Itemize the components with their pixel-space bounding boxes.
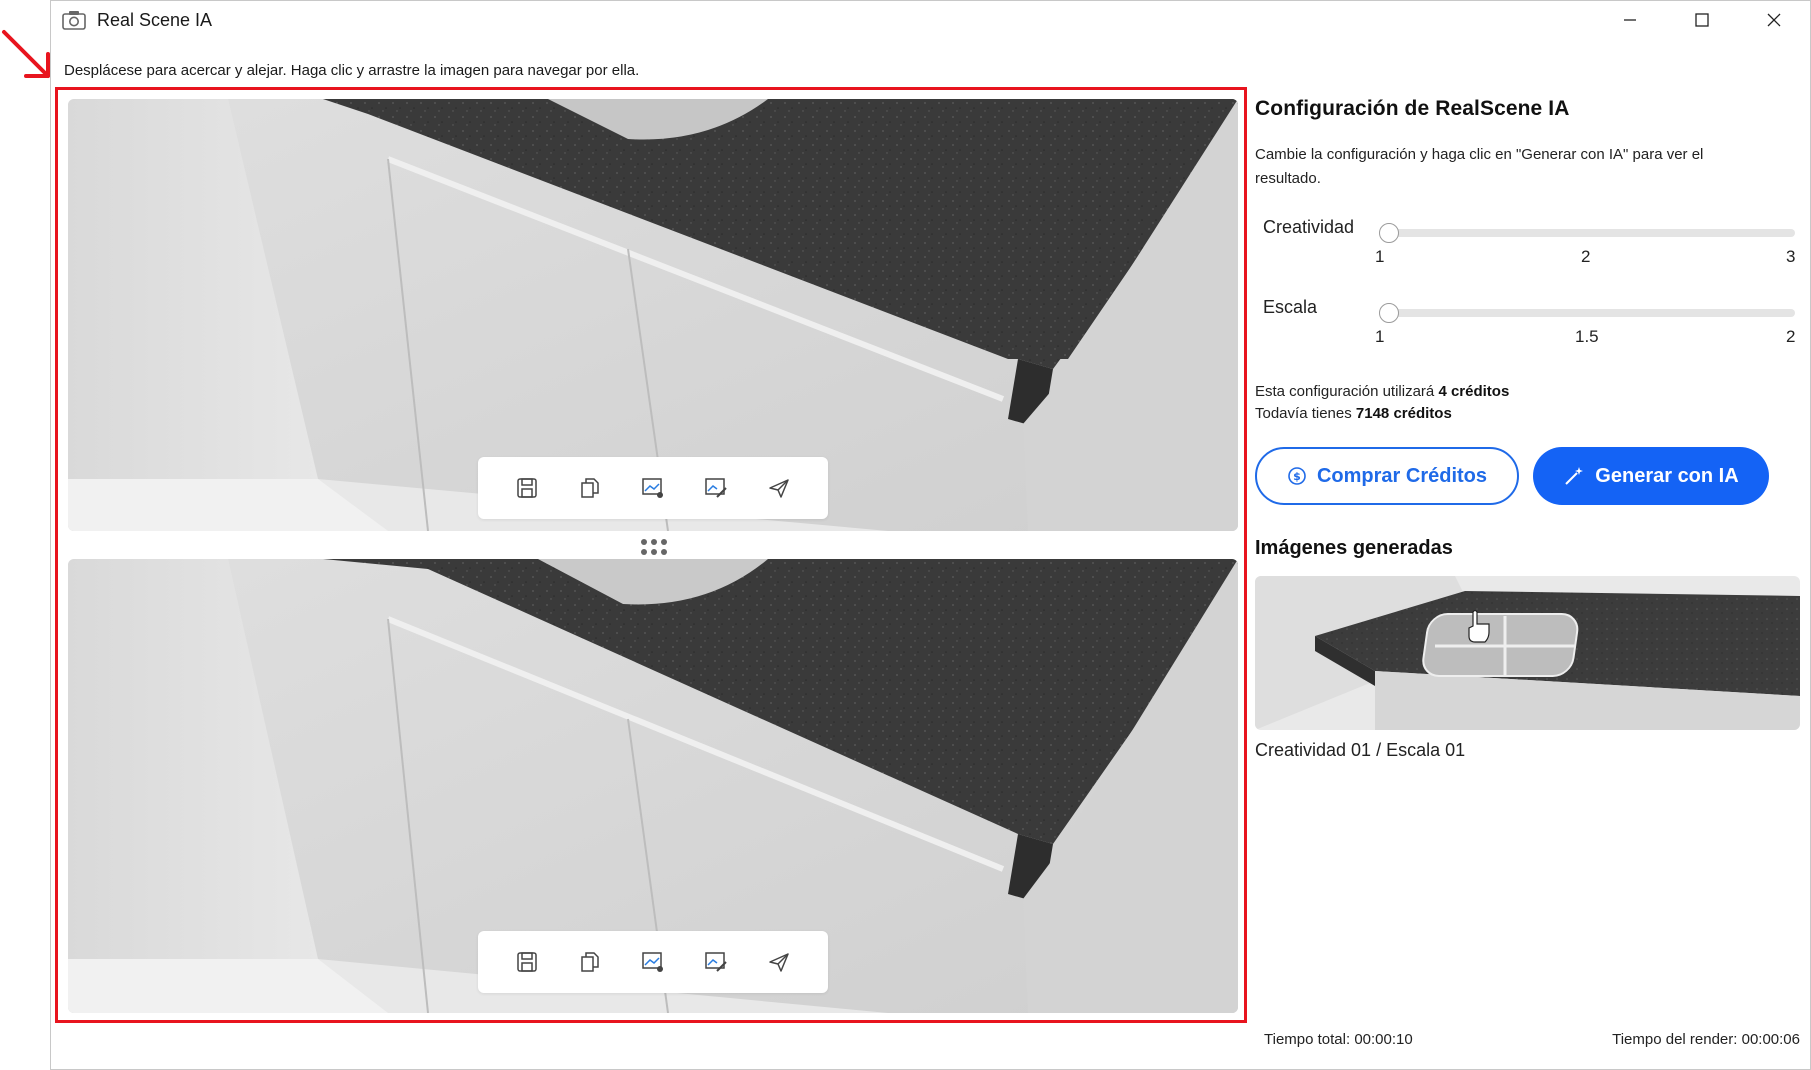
viewer-instructions: Desplácese para acercar y alejar. Haga c…	[64, 62, 640, 79]
save-icon	[517, 952, 538, 972]
svg-text:$: $	[1293, 470, 1301, 483]
credits-cost: 4 créditos	[1438, 383, 1510, 400]
settings-title: Configuración de RealScene IA	[1255, 97, 1570, 120]
credits-info: Esta configuración utilizará 4 créditos …	[1255, 381, 1803, 425]
generated-image-caption: Creatividad 01 / Escala 01	[1255, 740, 1466, 760]
send-button[interactable]	[764, 473, 794, 503]
generated-kitchen-image	[1255, 576, 1800, 730]
coin-icon: $	[1288, 467, 1306, 485]
app-window: Real Scene IA Desplácese para acercar y …	[50, 0, 1811, 1070]
creatividad-tick-mid: 2	[1581, 247, 1591, 266]
window-controls	[1594, 1, 1810, 39]
save-button[interactable]	[512, 947, 542, 977]
edit-image-button[interactable]	[701, 473, 731, 503]
escala-tick-mid: 1.5	[1575, 327, 1599, 346]
edit-image-button[interactable]	[701, 947, 731, 977]
export-image-button[interactable]	[638, 947, 668, 977]
magic-wand-icon	[1565, 467, 1584, 485]
escala-slider-row: Escala 1 1.5 2	[1255, 297, 1803, 377]
save-button[interactable]	[512, 473, 542, 503]
image-export-icon	[642, 478, 663, 498]
close-button[interactable]	[1738, 1, 1810, 39]
camera-icon	[61, 9, 87, 31]
copy-button[interactable]	[575, 473, 605, 503]
close-icon	[1767, 13, 1781, 27]
image-export-icon	[642, 952, 663, 972]
save-icon	[517, 478, 538, 498]
generated-images-title: Imágenes generadas	[1255, 537, 1453, 559]
buy-credits-button[interactable]: $ Comprar Créditos	[1255, 447, 1519, 505]
generate-ai-button[interactable]: Generar con IA	[1533, 447, 1769, 505]
creatividad-tick-min: 1	[1375, 247, 1385, 266]
send-icon	[768, 953, 789, 972]
settings-description: Cambie la configuración y haga clic en "…	[1255, 146, 1704, 187]
escala-slider-thumb[interactable]	[1379, 303, 1399, 323]
creatividad-slider-thumb[interactable]	[1379, 223, 1399, 243]
credits-cost-line: Esta configuración utilizará 4 créditos	[1255, 383, 1510, 400]
total-time: Tiempo total: 00:00:10	[1264, 1031, 1413, 1048]
action-buttons: $ Comprar Créditos Generar con IA	[1255, 447, 1803, 505]
send-button[interactable]	[764, 947, 794, 977]
creatividad-tick-max: 3	[1786, 247, 1796, 266]
maximize-button[interactable]	[1666, 1, 1738, 39]
credits-balance-line: Todavía tienes 7148 créditos	[1255, 405, 1452, 422]
window-title: Real Scene IA	[97, 9, 213, 30]
escala-tick-max: 2	[1786, 327, 1796, 346]
copy-icon	[581, 952, 599, 972]
maximize-icon	[1695, 13, 1709, 27]
copy-icon	[581, 478, 599, 498]
title-bar: Real Scene IA	[51, 1, 1810, 39]
credits-balance: 7148 créditos	[1355, 405, 1452, 422]
image-edit-icon	[705, 478, 727, 498]
original-render-pane[interactable]	[68, 99, 1238, 531]
generated-image-thumbnail[interactable]	[1255, 576, 1800, 730]
minimize-icon	[1624, 19, 1636, 21]
creatividad-label: Creatividad	[1263, 217, 1355, 237]
creatividad-slider[interactable]	[1379, 223, 1795, 243]
image-edit-icon	[705, 952, 727, 972]
escala-label: Escala	[1263, 297, 1318, 317]
render-toolbar-bottom	[478, 931, 828, 993]
generate-ai-label: Generar con IA	[1595, 464, 1739, 487]
creatividad-slider-row: Creatividad 1 2 3	[1255, 217, 1803, 297]
render-toolbar-top	[478, 457, 828, 519]
settings-panel: Configuración de RealScene IA Cambie la …	[1255, 97, 1803, 761]
export-image-button[interactable]	[638, 473, 668, 503]
escala-tick-min: 1	[1375, 327, 1385, 346]
buy-credits-label: Comprar Créditos	[1316, 464, 1488, 487]
split-drag-handle-icon[interactable]	[636, 537, 672, 557]
render-time: Tiempo del render: 00:00:06	[1612, 1031, 1800, 1048]
comparison-viewer[interactable]	[55, 87, 1247, 1023]
escala-slider[interactable]	[1379, 303, 1795, 323]
ai-render-pane[interactable]	[68, 559, 1238, 1013]
send-icon	[768, 479, 789, 498]
minimize-button[interactable]	[1594, 1, 1666, 39]
copy-button[interactable]	[575, 947, 605, 977]
